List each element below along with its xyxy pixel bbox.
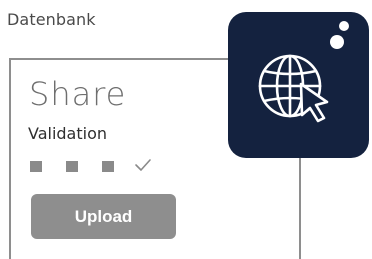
- validation-steps: [30, 159, 152, 173]
- validation-label: Validation: [28, 124, 108, 143]
- web-badge: [228, 12, 369, 158]
- upload-button[interactable]: Upload: [31, 194, 176, 239]
- database-label: Datenbank: [7, 10, 96, 29]
- web-cursor-icon: [258, 21, 349, 123]
- step-indicator-3: [102, 161, 114, 172]
- step-indicator-2: [66, 161, 78, 172]
- step-indicator-1: [30, 161, 42, 172]
- datenbank-share-widget: Datenbank Share Validation Upload: [0, 0, 372, 259]
- checkmark-icon: [135, 159, 151, 171]
- share-logo: Share: [29, 75, 127, 113]
